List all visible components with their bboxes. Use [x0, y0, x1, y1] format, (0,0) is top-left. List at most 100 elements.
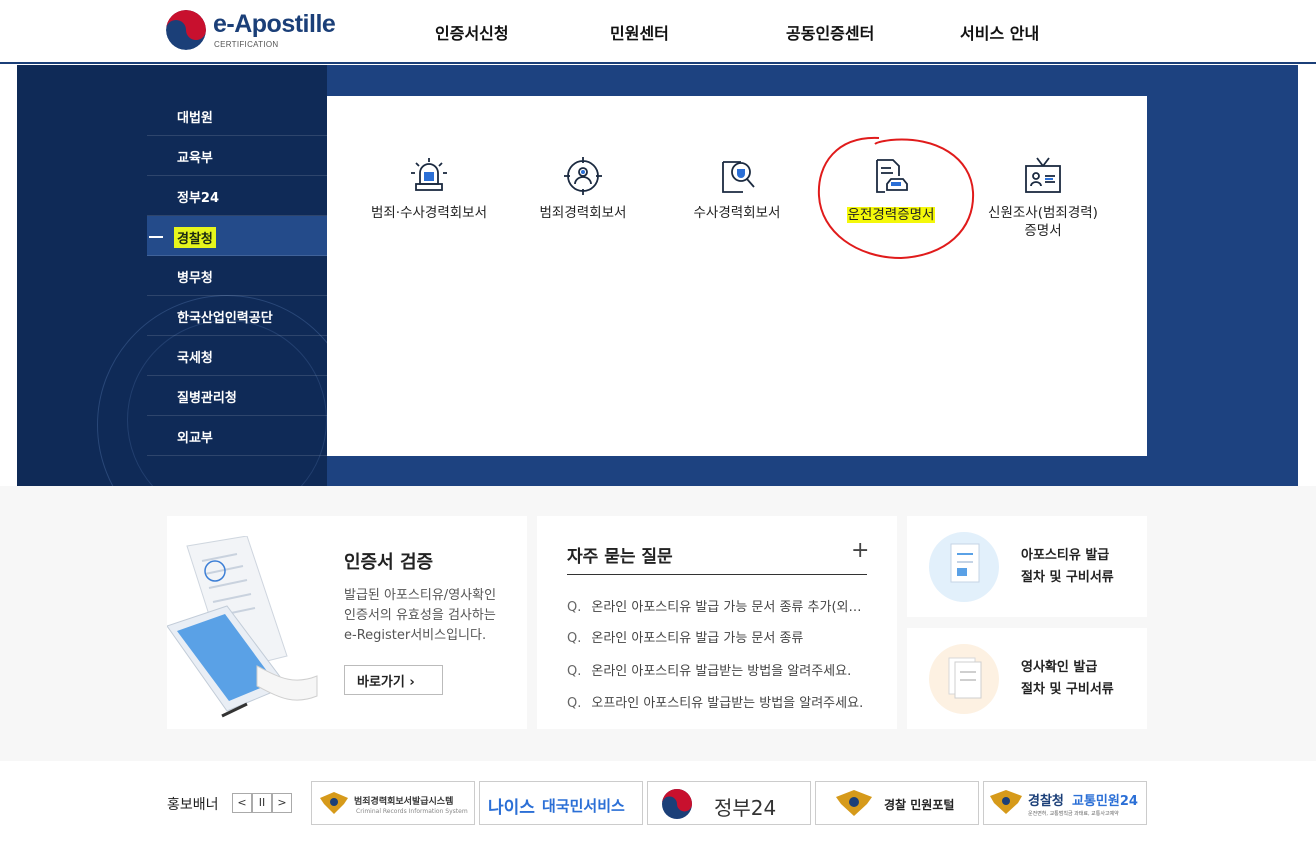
nav-civil-center[interactable]: 민원센터	[610, 20, 669, 44]
apostille-guide-text: 아포스티유 발급 절차 및 구비서류	[1021, 545, 1114, 589]
faq-q-marker: Q.	[567, 696, 582, 711]
sidebar-item-nts[interactable]: 국세청	[147, 336, 327, 376]
banner-gov24[interactable]: 정부24	[647, 781, 811, 825]
cert-label: 수사경력회보서	[693, 205, 781, 221]
guide-line: 절차 및 구비서류	[1021, 570, 1114, 585]
faq-q-marker: Q.	[567, 600, 582, 615]
sidebar-item-mofa[interactable]: 외교부	[147, 416, 327, 456]
verify-desc-line: e-Register서비스입니다.	[344, 628, 487, 643]
verify-desc-line: 발급된 아포스티유/영사확인	[344, 588, 497, 603]
faq-question: 온라인 아포스티유 발급받는 방법을 알려주세요.	[591, 664, 852, 679]
logo-title: e-Apostille	[213, 10, 336, 38]
banner-text: 정부24	[714, 796, 777, 820]
laptop-document-illustration	[167, 536, 318, 718]
apostille-guide-card[interactable]: 아포스티유 발급 절차 및 구비서류	[907, 516, 1147, 617]
sidebar-item-label: 교육부	[177, 151, 213, 166]
go-verify-label: 바로가기	[357, 674, 405, 690]
sidebar-item-gov24[interactable]: 정부24	[147, 176, 327, 216]
plus-icon[interactable]: +	[851, 538, 869, 563]
banner-subtext: Criminal Records Information System	[356, 808, 468, 815]
faq-card: 자주 묻는 질문 + Q. 온라인 아포스티유 발급 가능 문서 종류 추가(외……	[537, 516, 897, 729]
active-dash	[149, 236, 163, 238]
verify-description: 발급된 아포스티유/영사확인 인증서의 유효성을 검사하는 e-Register…	[344, 586, 514, 646]
siren-icon	[411, 158, 447, 191]
faq-q-marker: Q.	[567, 631, 582, 646]
banner-neis[interactable]: 나이스 대국민서비스	[479, 781, 643, 825]
faq-item[interactable]: Q. 온라인 아포스티유 발급 가능 문서 종류	[567, 627, 867, 646]
sidebar-item-military-manpower[interactable]: 병무청	[147, 256, 327, 296]
faq-q-marker: Q.	[567, 664, 582, 679]
consular-guide-text: 영사확인 발급 절차 및 구비서류	[1021, 657, 1114, 701]
banner-criminal-records-system[interactable]: 범죄경력회보서발급시스템 Criminal Records Informatio…	[311, 781, 475, 825]
banner-text: 경찰 민원포털	[884, 798, 955, 812]
crosshair-person-icon	[564, 157, 602, 195]
sidebar-item-label: 질병관리청	[177, 391, 237, 406]
sidebar-item-hrdk[interactable]: 한국산업인력공단	[147, 296, 327, 336]
faq-item[interactable]: Q. 온라인 아포스티유 발급받는 방법을 알려주세요.	[567, 660, 867, 679]
nav-service-guide[interactable]: 서비스 안내	[960, 20, 1039, 44]
certificate-panel: 범죄·수사경력회보서 범죄경력회보서 수사경력회보서 운전경력증명서 신원조사(…	[327, 96, 1147, 456]
sidebar-item-label: 정부24	[177, 191, 220, 206]
sidebar-item-education[interactable]: 교육부	[147, 136, 327, 176]
promo-next-button[interactable]: >	[272, 793, 292, 813]
guide-line: 영사확인 발급	[1021, 660, 1098, 675]
consular-document-icon	[929, 644, 999, 714]
nav-joint-cert-center[interactable]: 공동인증센터	[786, 20, 874, 44]
go-verify-button[interactable]: 바로가기 ›	[344, 665, 443, 695]
police-emblem-icon	[836, 790, 872, 816]
apostille-document-icon	[929, 532, 999, 602]
taegeuk-icon	[662, 789, 692, 819]
faq-title: 자주 묻는 질문	[567, 547, 673, 567]
sidebar-item-label: 병무청	[177, 271, 213, 286]
nav-certificate-apply[interactable]: 인증서신청	[435, 20, 509, 44]
consular-guide-card[interactable]: 영사확인 발급 절차 및 구비서류	[907, 628, 1147, 729]
faq-divider	[567, 574, 867, 575]
banner-text: 경찰청	[1028, 794, 1064, 809]
sidebar-item-kdca[interactable]: 질병관리청	[147, 376, 327, 416]
verify-title: 인증서 검증	[344, 552, 434, 573]
site-header: e-Apostille CERTIFICATION 인증서신청 민원센터 공동인…	[0, 0, 1316, 64]
cert-investigation-record[interactable]: 수사경력회보서	[662, 156, 812, 222]
sidebar-item-label: 한국산업인력공단	[177, 311, 273, 326]
faq-question: 오프라인 아포스티유 발급받는 방법을 알려주세요.	[591, 696, 864, 711]
banner-text: 나이스	[488, 798, 535, 818]
site-logo[interactable]: e-Apostille CERTIFICATION	[166, 10, 346, 52]
cert-label: 범죄경력회보서	[539, 205, 627, 221]
faq-item[interactable]: Q. 오프라인 아포스티유 발급받는 방법을 알려주세요.	[567, 692, 867, 711]
verify-card: 인증서 검증 발급된 아포스티유/영사확인 인증서의 유효성을 검사하는 e-R…	[167, 516, 527, 729]
sidebar-item-label: 외교부	[177, 431, 213, 446]
document-search-icon	[722, 161, 755, 193]
cert-criminal-record[interactable]: 범죄경력회보서	[508, 156, 658, 222]
cert-criminal-investigation[interactable]: 범죄·수사경력회보서	[354, 156, 504, 222]
guide-line: 절차 및 구비서류	[1021, 682, 1114, 697]
promo-pause-button[interactable]: II	[252, 793, 272, 813]
sidebar-item-police[interactable]: 경찰청	[147, 216, 327, 256]
faq-item[interactable]: Q. 온라인 아포스티유 발급 가능 문서 종류 추가(외…	[567, 596, 867, 615]
promo-banner-label: 홍보배너	[167, 797, 219, 813]
banner-police-traffic-24[interactable]: 경찰청 교통민원24 운전면허, 교통범칙금 과태료, 교통사고예약	[983, 781, 1147, 825]
guide-line: 아포스티유 발급	[1021, 548, 1110, 563]
id-card-icon	[1025, 157, 1061, 193]
sidebar-item-supreme-court[interactable]: 대법원	[147, 96, 327, 136]
faq-question: 온라인 아포스티유 발급 가능 문서 종류	[591, 631, 804, 646]
police-emblem-icon	[320, 792, 348, 814]
banner-text: 대국민서비스	[542, 797, 625, 815]
red-annotation-circle	[817, 136, 975, 260]
taegeuk-logo-icon	[166, 10, 206, 50]
banner-subtext: 운전면허, 교통범칙금 과태료, 교통사고예약	[1028, 811, 1119, 817]
sidebar-item-label: 경찰청	[174, 227, 216, 248]
banner-text: 교통민원24	[1072, 794, 1138, 809]
chevron-right-icon: ›	[409, 674, 415, 690]
sidebar-item-label: 대법원	[177, 111, 213, 126]
cert-label-line2: 증명서	[1024, 223, 1062, 239]
police-emblem-icon	[990, 790, 1022, 814]
faq-question: 온라인 아포스티유 발급 가능 문서 종류 추가(외…	[591, 600, 862, 615]
verify-desc-line: 인증서의 유효성을 검사하는	[344, 608, 496, 623]
sidebar-item-label: 국세청	[177, 351, 213, 366]
cert-label: 범죄·수사경력회보서	[370, 205, 488, 221]
cert-label: 신원조사(범죄경력)	[988, 205, 1098, 221]
logo-subtitle: CERTIFICATION	[214, 40, 279, 49]
banner-police-portal[interactable]: 경찰 민원포털	[815, 781, 979, 825]
promo-prev-button[interactable]: <	[232, 793, 252, 813]
cert-background-check[interactable]: 신원조사(범죄경력) 증명서	[968, 156, 1118, 240]
